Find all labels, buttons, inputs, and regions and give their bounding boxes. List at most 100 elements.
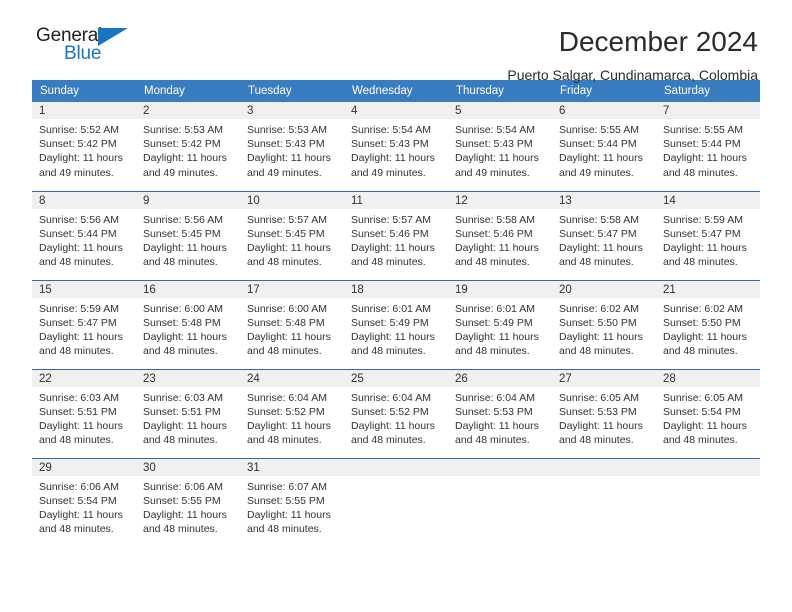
day-number: 19 [448, 280, 552, 298]
calendar-day-cell[interactable]: 3 Sunrise: 5:53 AM Sunset: 5:43 PM Daylight… [240, 102, 344, 191]
daylight-text-line2: and 48 minutes. [247, 256, 322, 269]
day-details [344, 476, 448, 480]
calendar-day-cell[interactable]: 20 Sunrise: 6:02 AM Sunset: 5:50 PM Dayligh… [552, 279, 656, 369]
daylight-text-line1: Daylight: 11 hours [247, 152, 331, 165]
daylight-text-line1: Daylight: 11 hours [351, 241, 435, 254]
calendar-day-cell[interactable]: 23 Sunrise: 6:03 AM Sunset: 5:51 PM Dayligh… [136, 368, 240, 458]
day-cell-inner: 10 Sunrise: 5:57 AM Sunset: 5:45 PM Dayligh… [240, 191, 344, 280]
page-header: General Blue December 2024 Puerto Salgar… [32, 0, 760, 84]
day-number: 5 [448, 102, 552, 119]
day-details [656, 476, 760, 480]
daylight-text-line2: and 48 minutes. [663, 345, 738, 358]
calendar-day-cell[interactable]: 9 Sunrise: 5:56 AM Sunset: 5:45 PM Daylight… [136, 190, 240, 280]
sunset-text: Sunset: 5:47 PM [559, 227, 637, 240]
daylight-text-line1: Daylight: 11 hours [559, 419, 643, 432]
calendar-week-row: 15 Sunrise: 5:59 AM Sunset: 5:47 PM Dayligh… [32, 279, 760, 369]
day-number: 8 [32, 191, 136, 209]
sunrise-text: Sunrise: 5:57 AM [351, 213, 431, 226]
day-details: Sunrise: 5:54 AM Sunset: 5:43 PM Daylight:… [448, 119, 552, 180]
sunset-text: Sunset: 5:47 PM [39, 316, 117, 329]
day-cell-inner: 4 Sunrise: 5:54 AM Sunset: 5:43 PM Daylight… [344, 102, 448, 191]
calendar-day-cell[interactable]: 6 Sunrise: 5:55 AM Sunset: 5:44 PM Daylight… [552, 102, 656, 191]
calendar-day-cell[interactable]: 29 Sunrise: 6:06 AM Sunset: 5:54 PM Dayligh… [32, 457, 136, 547]
calendar-day-cell[interactable]: 4 Sunrise: 5:54 AM Sunset: 5:43 PM Daylight… [344, 102, 448, 191]
calendar-day-cell[interactable]: 15 Sunrise: 5:59 AM Sunset: 5:47 PM Dayligh… [32, 279, 136, 369]
calendar-day-cell[interactable]: 30 Sunrise: 6:06 AM Sunset: 5:55 PM Dayligh… [136, 457, 240, 547]
daylight-text-line2: and 49 minutes. [351, 166, 426, 179]
calendar-day-cell[interactable]: 21 Sunrise: 6:02 AM Sunset: 5:50 PM Dayligh… [656, 279, 760, 369]
day-number: 29 [32, 458, 136, 476]
calendar-day-cell[interactable]: 10 Sunrise: 5:57 AM Sunset: 5:45 PM Dayligh… [240, 190, 344, 280]
calendar-day-cell[interactable]: 7 Sunrise: 5:55 AM Sunset: 5:44 PM Daylight… [656, 102, 760, 191]
sunrise-text: Sunrise: 5:55 AM [559, 124, 639, 136]
daylight-text-line1: Daylight: 11 hours [351, 419, 435, 432]
sunrise-text: Sunrise: 6:04 AM [351, 391, 431, 404]
day-details: Sunrise: 5:59 AM Sunset: 5:47 PM Daylight:… [656, 209, 760, 270]
calendar-day-cell[interactable]: 1 Sunrise: 5:52 AM Sunset: 5:42 PM Daylight… [32, 102, 136, 191]
day-details: Sunrise: 5:57 AM Sunset: 5:45 PM Daylight:… [240, 209, 344, 270]
calendar-day-cell[interactable]: 12 Sunrise: 5:58 AM Sunset: 5:46 PM Dayligh… [448, 190, 552, 280]
sunset-text: Sunset: 5:44 PM [559, 138, 637, 151]
day-cell-inner: 8 Sunrise: 5:56 AM Sunset: 5:44 PM Daylight… [32, 191, 136, 280]
sunset-text: Sunset: 5:42 PM [39, 138, 117, 151]
calendar-day-cell[interactable]: 28 Sunrise: 6:05 AM Sunset: 5:54 PM Dayligh… [656, 368, 760, 458]
day-number: 12 [448, 191, 552, 209]
title-block: December 2024 Puerto Salgar, Cundinamarc… [507, 26, 760, 84]
day-cell-inner: 7 Sunrise: 5:55 AM Sunset: 5:44 PM Daylight… [656, 102, 760, 191]
calendar-day-cell[interactable]: 16 Sunrise: 6:00 AM Sunset: 5:48 PM Dayligh… [136, 279, 240, 369]
sunrise-text: Sunrise: 5:54 AM [351, 124, 431, 136]
calendar-day-cell[interactable]: 2 Sunrise: 5:53 AM Sunset: 5:42 PM Daylight… [136, 102, 240, 191]
day-details: Sunrise: 5:52 AM Sunset: 5:42 PM Daylight:… [32, 119, 136, 180]
sunset-text: Sunset: 5:43 PM [351, 138, 429, 151]
calendar-day-cell[interactable]: 25 Sunrise: 6:04 AM Sunset: 5:52 PM Dayligh… [344, 368, 448, 458]
day-details: Sunrise: 5:54 AM Sunset: 5:43 PM Daylight:… [344, 119, 448, 180]
day-number [344, 458, 448, 476]
daylight-text-line2: and 48 minutes. [351, 345, 426, 358]
day-cell-inner: 22 Sunrise: 6:03 AM Sunset: 5:51 PM Dayligh… [32, 369, 136, 458]
day-cell-inner: 21 Sunrise: 6:02 AM Sunset: 5:50 PM Dayligh… [656, 280, 760, 369]
day-details: Sunrise: 5:58 AM Sunset: 5:46 PM Daylight:… [448, 209, 552, 270]
sunrise-text: Sunrise: 5:59 AM [663, 213, 743, 226]
daylight-text-line2: and 49 minutes. [143, 166, 218, 179]
day-cell-inner: 5 Sunrise: 5:54 AM Sunset: 5:43 PM Daylight… [448, 102, 552, 191]
sunrise-text: Sunrise: 6:03 AM [39, 391, 119, 404]
day-details: Sunrise: 6:05 AM Sunset: 5:53 PM Daylight:… [552, 387, 656, 448]
sunrise-text: Sunrise: 6:02 AM [559, 302, 639, 315]
daylight-text-line2: and 48 minutes. [663, 166, 738, 179]
calendar-day-cell[interactable]: 24 Sunrise: 6:04 AM Sunset: 5:52 PM Dayligh… [240, 368, 344, 458]
calendar-day-cell[interactable]: 27 Sunrise: 6:05 AM Sunset: 5:53 PM Dayligh… [552, 368, 656, 458]
daylight-text-line1: Daylight: 11 hours [143, 152, 227, 165]
calendar-day-cell[interactable]: 26 Sunrise: 6:04 AM Sunset: 5:53 PM Dayligh… [448, 368, 552, 458]
daylight-text-line2: and 49 minutes. [247, 166, 322, 179]
sunset-text: Sunset: 5:52 PM [247, 405, 325, 418]
calendar-day-cell[interactable]: 14 Sunrise: 5:59 AM Sunset: 5:47 PM Dayligh… [656, 190, 760, 280]
calendar-day-cell[interactable]: 18 Sunrise: 6:01 AM Sunset: 5:49 PM Dayligh… [344, 279, 448, 369]
sunset-text: Sunset: 5:43 PM [455, 138, 533, 151]
day-cell-inner: 27 Sunrise: 6:05 AM Sunset: 5:53 PM Dayligh… [552, 369, 656, 458]
day-cell-inner: 19 Sunrise: 6:01 AM Sunset: 5:49 PM Dayligh… [448, 280, 552, 369]
daylight-text-line1: Daylight: 11 hours [351, 330, 435, 343]
day-details: Sunrise: 5:58 AM Sunset: 5:47 PM Daylight:… [552, 209, 656, 270]
sunrise-text: Sunrise: 5:58 AM [455, 213, 535, 226]
calendar-day-cell[interactable]: 13 Sunrise: 5:58 AM Sunset: 5:47 PM Dayligh… [552, 190, 656, 280]
sunrise-text: Sunrise: 6:06 AM [39, 480, 119, 493]
daylight-text-line2: and 49 minutes. [559, 166, 634, 179]
sunrise-text: Sunrise: 6:07 AM [247, 480, 327, 493]
weekday-header-monday: Monday [136, 80, 240, 102]
daylight-text-line2: and 48 minutes. [247, 523, 322, 536]
day-cell-inner: 14 Sunrise: 5:59 AM Sunset: 5:47 PM Dayligh… [656, 191, 760, 280]
sunset-text: Sunset: 5:53 PM [455, 405, 533, 418]
day-cell-inner: 3 Sunrise: 5:53 AM Sunset: 5:43 PM Daylight… [240, 102, 344, 191]
sunrise-text: Sunrise: 6:00 AM [143, 302, 223, 315]
calendar-day-cell[interactable]: 8 Sunrise: 5:56 AM Sunset: 5:44 PM Daylight… [32, 190, 136, 280]
calendar-day-cell[interactable]: 31 Sunrise: 6:07 AM Sunset: 5:55 PM Dayligh… [240, 457, 344, 547]
calendar-day-cell[interactable]: 17 Sunrise: 6:00 AM Sunset: 5:48 PM Dayligh… [240, 279, 344, 369]
calendar-day-cell[interactable]: 19 Sunrise: 6:01 AM Sunset: 5:49 PM Dayligh… [448, 279, 552, 369]
day-cell-inner: 2 Sunrise: 5:53 AM Sunset: 5:42 PM Daylight… [136, 102, 240, 191]
daylight-text-line2: and 48 minutes. [39, 256, 114, 269]
day-number: 24 [240, 369, 344, 387]
calendar-day-cell[interactable]: 5 Sunrise: 5:54 AM Sunset: 5:43 PM Daylight… [448, 102, 552, 191]
calendar-day-cell[interactable]: 22 Sunrise: 6:03 AM Sunset: 5:51 PM Dayligh… [32, 368, 136, 458]
calendar-day-cell[interactable]: 11 Sunrise: 5:57 AM Sunset: 5:46 PM Dayligh… [344, 190, 448, 280]
calendar-week-row: 29 Sunrise: 6:06 AM Sunset: 5:54 PM Dayligh… [32, 457, 760, 547]
